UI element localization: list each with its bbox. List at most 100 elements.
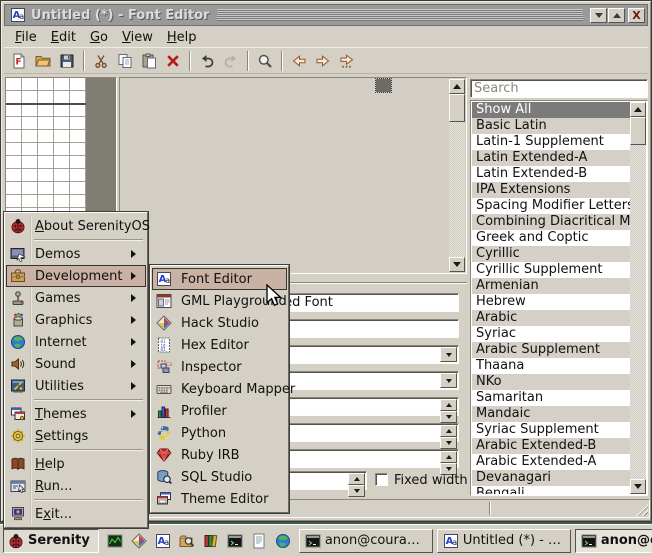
menu-item-sound[interactable]: Sound [6, 353, 146, 375]
unicode-block-row-greek-and-coptic[interactable]: Greek and Coptic [472, 230, 630, 246]
toolbar-paste-button[interactable] [137, 49, 161, 73]
unicode-block-row-thaana[interactable]: Thaana [472, 358, 630, 374]
menubar-item-view[interactable]: View [115, 28, 160, 47]
unicode-block-row-syriac-supplement[interactable]: Syriac Supplement [472, 422, 630, 438]
menubar-item-edit[interactable]: Edit [44, 28, 83, 47]
unicode-block-row-spacing-modifier-letters[interactable]: Spacing Modifier Letters [472, 198, 630, 214]
menu-item-about-serenityos[interactable]: About SerenityOS [6, 215, 146, 237]
spin-down-button[interactable] [440, 411, 457, 423]
start-button[interactable]: Serenity [3, 529, 99, 553]
menu-item-settings[interactable]: Settings [6, 425, 146, 447]
scrollbar-track[interactable] [630, 145, 646, 479]
unicode-block-row-nko[interactable]: NKo [472, 374, 630, 390]
unicode-block-row-armenian[interactable]: Armenian [472, 278, 630, 294]
menu-item-development[interactable]: Development [6, 265, 146, 287]
scroll-up-button[interactable] [449, 79, 465, 94]
unicode-block-row-combining-diacritical-marks[interactable]: Combining Diacritical Marks [472, 214, 630, 230]
menubar-item-go[interactable]: Go [83, 28, 115, 47]
close-button[interactable]: X [628, 8, 645, 23]
unicode-block-row-ipa-extensions[interactable]: IPA Extensions [472, 182, 630, 198]
quick-launch-text-editor-button[interactable] [247, 529, 271, 553]
maximize-button[interactable] [608, 8, 625, 23]
menu-item-games[interactable]: Games [6, 287, 146, 309]
task-button-anon-courage-m[interactable]: anon@courage:~/m... [299, 529, 433, 553]
titlebar[interactable]: Aa Untitled (*) - Font Editor X [4, 4, 648, 26]
spin-up-button[interactable] [440, 425, 457, 437]
glyph-map-scrollbar[interactable] [449, 79, 465, 272]
selected-glyph-cell[interactable] [376, 79, 391, 92]
unicode-block-row-devanagari[interactable]: Devanagari [472, 470, 630, 486]
toolbar-goto-glyph-button[interactable] [335, 49, 359, 73]
menu-item-sql-studio[interactable]: SQL Studio [152, 466, 287, 488]
unicode-block-row-arabic-extended-b[interactable]: Arabic Extended-B [472, 438, 630, 454]
scroll-up-button[interactable] [630, 102, 646, 117]
spin-up-button[interactable] [440, 451, 457, 463]
fixed-width-checkbox[interactable] [375, 473, 388, 486]
toolbar-cut-button[interactable] [89, 49, 113, 73]
scroll-down-button[interactable] [449, 257, 465, 272]
menu-item-internet[interactable]: Internet [6, 331, 146, 353]
menu-item-keyboard-mapper[interactable]: Keyboard Mapper [152, 378, 287, 400]
toolbar-previous-glyph-button[interactable] [287, 49, 311, 73]
dropdown-button[interactable] [440, 347, 457, 362]
resize-grip[interactable] [635, 503, 648, 516]
scrollbar-thumb[interactable] [449, 94, 465, 122]
glyph-map[interactable] [119, 77, 467, 274]
spin-up-button[interactable] [440, 399, 457, 411]
quick-launch-help-books-button[interactable] [199, 529, 223, 553]
unicode-block-row-cyrillic-supplement[interactable]: Cyrillic Supplement [472, 262, 630, 278]
unicode-block-row-samaritan[interactable]: Samaritan [472, 390, 630, 406]
toolbar-undo-button[interactable] [195, 49, 219, 73]
unicode-block-row-arabic-extended-a[interactable]: Arabic Extended-A [472, 454, 630, 470]
menu-item-help[interactable]: Help [6, 453, 146, 475]
toolbar-open-button[interactable] [31, 49, 55, 73]
menu-item-demos[interactable]: Demos [6, 243, 146, 265]
menu-item-hex-editor[interactable]: 011001Hex Editor [152, 334, 287, 356]
quick-launch-system-monitor-button[interactable] [103, 529, 127, 553]
unicode-block-row-cyrillic[interactable]: Cyrillic [472, 246, 630, 262]
unicode-block-row-show-all[interactable]: Show All [472, 102, 630, 118]
unicode-block-row-hebrew[interactable]: Hebrew [472, 294, 630, 310]
unicode-block-row-latin-extended-a[interactable]: Latin Extended-A [472, 150, 630, 166]
unicode-block-row-basic-latin[interactable]: Basic Latin [472, 118, 630, 134]
menu-item-hack-studio[interactable]: Hack Studio [152, 312, 287, 334]
toolbar-copy-button[interactable] [113, 49, 137, 73]
menu-item-profiler[interactable]: Profiler [152, 400, 287, 422]
spin-up-button[interactable] [348, 473, 365, 485]
menu-item-theme-editor[interactable]: Theme Editor [152, 488, 287, 510]
search-input[interactable] [471, 80, 647, 97]
toolbar-magnifier-button[interactable] [253, 49, 277, 73]
menu-item-utilities[interactable]: Utilities [6, 375, 146, 397]
menu-item-graphics[interactable]: Graphics [6, 309, 146, 331]
menubar-item-help[interactable]: Help [160, 28, 204, 47]
scrollbar-thumb[interactable] [630, 117, 646, 145]
toolbar-new-font-button[interactable]: F [7, 49, 31, 73]
menu-item-inspector[interactable]: C3Inspector [152, 356, 287, 378]
toolbar-redo-button[interactable] [219, 49, 243, 73]
task-button-untitled-font[interactable]: AaUntitled (*) - Font... [437, 529, 571, 553]
unicode-block-row-syriac[interactable]: Syriac [472, 326, 630, 342]
quick-launch-browser-button[interactable] [271, 529, 295, 553]
quick-launch-find-in-files-button[interactable] [175, 529, 199, 553]
spin-down-button[interactable] [440, 437, 457, 449]
unicode-block-row-mandaic[interactable]: Mandaic [472, 406, 630, 422]
list-scrollbar[interactable] [630, 102, 646, 494]
menubar-item-file[interactable]: File [8, 28, 44, 47]
toolbar-save-button[interactable] [55, 49, 79, 73]
dropdown-button[interactable] [440, 373, 457, 388]
minimize-button[interactable] [590, 8, 607, 23]
unicode-block-row-latin-1-supplement[interactable]: Latin-1 Supplement [472, 134, 630, 150]
quick-launch-terminal-button[interactable] [223, 529, 247, 553]
unicode-block-row-arabic[interactable]: Arabic [472, 310, 630, 326]
quick-launch-hack-studio-button[interactable] [127, 529, 151, 553]
quick-launch-font-editor-button[interactable]: Aa [151, 529, 175, 553]
scroll-down-button[interactable] [630, 479, 646, 494]
menu-item-run[interactable]: Run... [6, 475, 146, 497]
toolbar-delete-button[interactable] [161, 49, 185, 73]
menu-item-themes[interactable]: Themes [6, 403, 146, 425]
menu-item-exit[interactable]: Exit... [6, 503, 146, 525]
scrollbar-track[interactable] [449, 122, 465, 257]
unicode-block-list[interactable]: Show AllBasic LatinLatin-1 SupplementLat… [470, 100, 648, 496]
unicode-block-row-arabic-supplement[interactable]: Arabic Supplement [472, 342, 630, 358]
unicode-block-row-latin-extended-b[interactable]: Latin Extended-B [472, 166, 630, 182]
